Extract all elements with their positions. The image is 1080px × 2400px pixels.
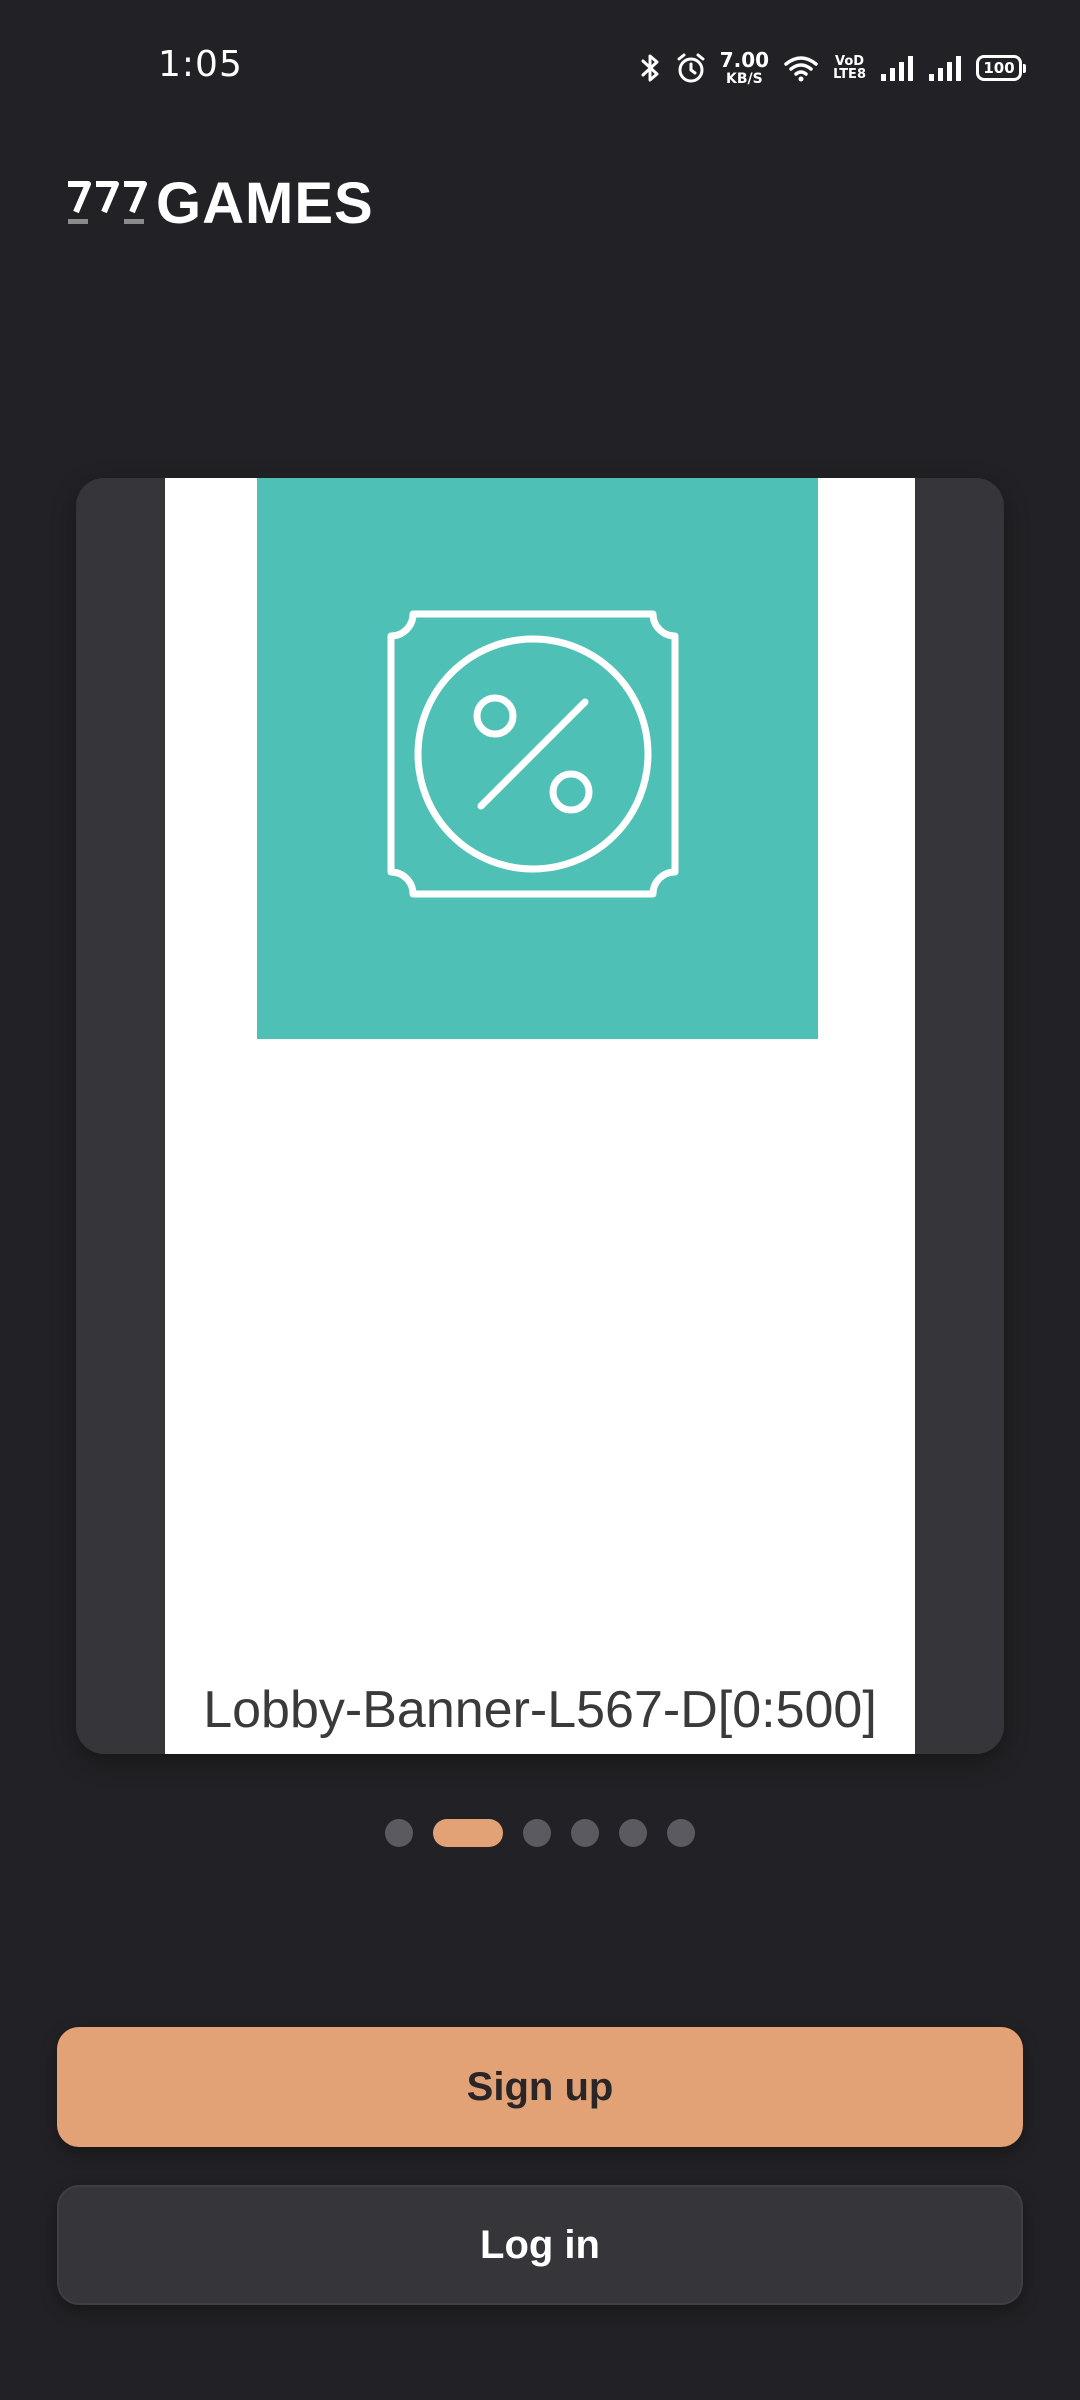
alarm-icon <box>677 53 705 83</box>
volte-bottom: LTE8 <box>833 67 866 82</box>
discount-ticket-icon <box>387 610 678 897</box>
signal-icon-2 <box>929 56 961 81</box>
welcome-screen: 1:05 7.00 KB/S VoD LTE8 100 GAMES Lobby-… <box>0 0 1080 2400</box>
logo-mark-icon <box>68 181 147 224</box>
banner-caption: Lobby-Banner-L567-D[0:500] <box>203 1681 877 1739</box>
sign-up-button[interactable]: Sign up <box>57 2027 1023 2147</box>
signal-icon <box>881 56 913 81</box>
logo-text: GAMES <box>156 170 374 236</box>
pager-dot[interactable] <box>385 1819 413 1847</box>
battery-level: 100 <box>983 59 1015 77</box>
promo-banner[interactable]: Lobby-Banner-L567-D[0:500] <box>165 478 915 1754</box>
promo-carousel[interactable]: Lobby-Banner-L567-D[0:500] <box>76 478 1004 1754</box>
pager-dot[interactable] <box>619 1819 647 1847</box>
bluetooth-icon <box>641 54 659 82</box>
pager-dot-active[interactable] <box>433 1819 503 1847</box>
carousel-pager <box>0 1818 1080 1848</box>
network-speed-value: 7.00 <box>719 48 770 72</box>
volte-icon: VoD LTE8 <box>833 55 866 81</box>
pager-dot[interactable] <box>667 1819 695 1847</box>
status-icons: 7.00 KB/S VoD LTE8 100 <box>640 46 1026 90</box>
wifi-icon <box>784 56 818 82</box>
banner-art <box>257 478 818 1039</box>
app-logo: GAMES <box>66 170 374 236</box>
log-in-button[interactable]: Log in <box>57 2185 1023 2305</box>
pager-dot[interactable] <box>523 1819 551 1847</box>
status-bar: 1:05 7.00 KB/S VoD LTE8 100 <box>0 0 1080 136</box>
pager-dot[interactable] <box>571 1819 599 1847</box>
status-time: 1:05 <box>158 44 243 85</box>
battery-icon: 100 <box>976 55 1026 81</box>
network-speed: 7.00 KB/S <box>720 50 769 86</box>
network-speed-unit: KB/S <box>726 71 763 87</box>
